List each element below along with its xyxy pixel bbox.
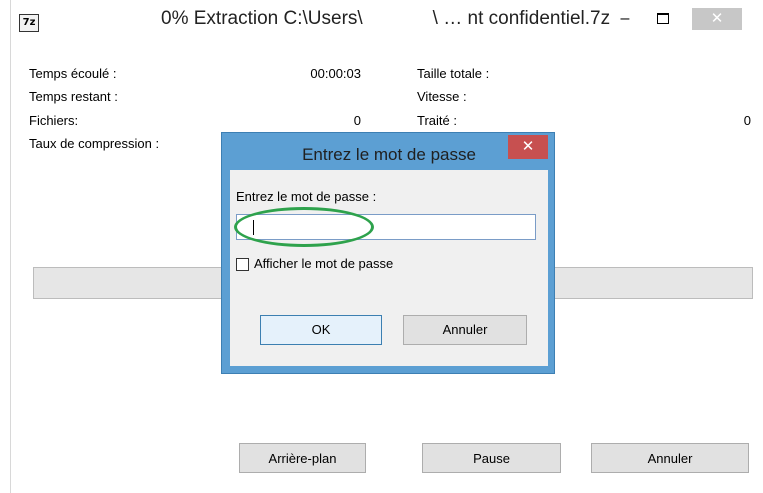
- dialog-cancel-button[interactable]: Annuler: [403, 315, 527, 345]
- 7zip-app-icon: 7z: [19, 14, 39, 32]
- files-value: 0: [353, 113, 361, 128]
- title-bar[interactable]: 7z 0% Extraction C:\Users\ \ … nt confide…: [11, 0, 763, 48]
- speed-label: Vitesse :: [417, 89, 467, 104]
- close-button[interactable]: ✕: [692, 8, 742, 30]
- total-size-label: Taille totale :: [417, 66, 490, 81]
- files-label: Fichiers:: [29, 113, 79, 128]
- window-title: 0% Extraction C:\Users\ \ … nt confidenti…: [161, 8, 610, 30]
- password-dialog: Entrez le mot de passe ✕ Entrez le mot d…: [221, 132, 555, 374]
- dialog-close-button[interactable]: ✕: [508, 135, 548, 159]
- cancel-extraction-button[interactable]: Annuler: [591, 443, 749, 473]
- maximize-button[interactable]: [651, 8, 675, 30]
- compression-ratio-label: Taux de compression :: [29, 136, 160, 151]
- minimize-button[interactable]: –: [613, 8, 637, 30]
- redacted-username: [362, 8, 433, 30]
- processed-value: 0: [743, 113, 751, 128]
- text-caret: [253, 220, 254, 235]
- dialog-title: Entrez le mot de passe: [302, 145, 476, 164]
- window-title-prefix: 0% Extraction C:\Users\: [161, 8, 363, 30]
- processed-label: Traité :: [417, 113, 457, 128]
- password-input[interactable]: [236, 214, 536, 240]
- maximize-icon: [657, 13, 669, 25]
- window-title-suffix: \ … nt confidentiel.7z: [432, 8, 611, 30]
- show-password-checkbox[interactable]: [236, 258, 249, 271]
- password-prompt-label: Entrez le mot de passe :: [236, 189, 377, 204]
- background-button[interactable]: Arrière-plan: [239, 443, 366, 473]
- elapsed-time-label: Temps écoulé :: [29, 66, 117, 81]
- elapsed-time-value: 00:00:03: [310, 66, 361, 81]
- show-password-label[interactable]: Afficher le mot de passe: [254, 256, 393, 271]
- remaining-time-label: Temps restant :: [29, 89, 118, 104]
- pause-button[interactable]: Pause: [422, 443, 561, 473]
- dialog-body: Entrez le mot de passe : Afficher le mot…: [230, 170, 548, 366]
- ok-button[interactable]: OK: [260, 315, 382, 345]
